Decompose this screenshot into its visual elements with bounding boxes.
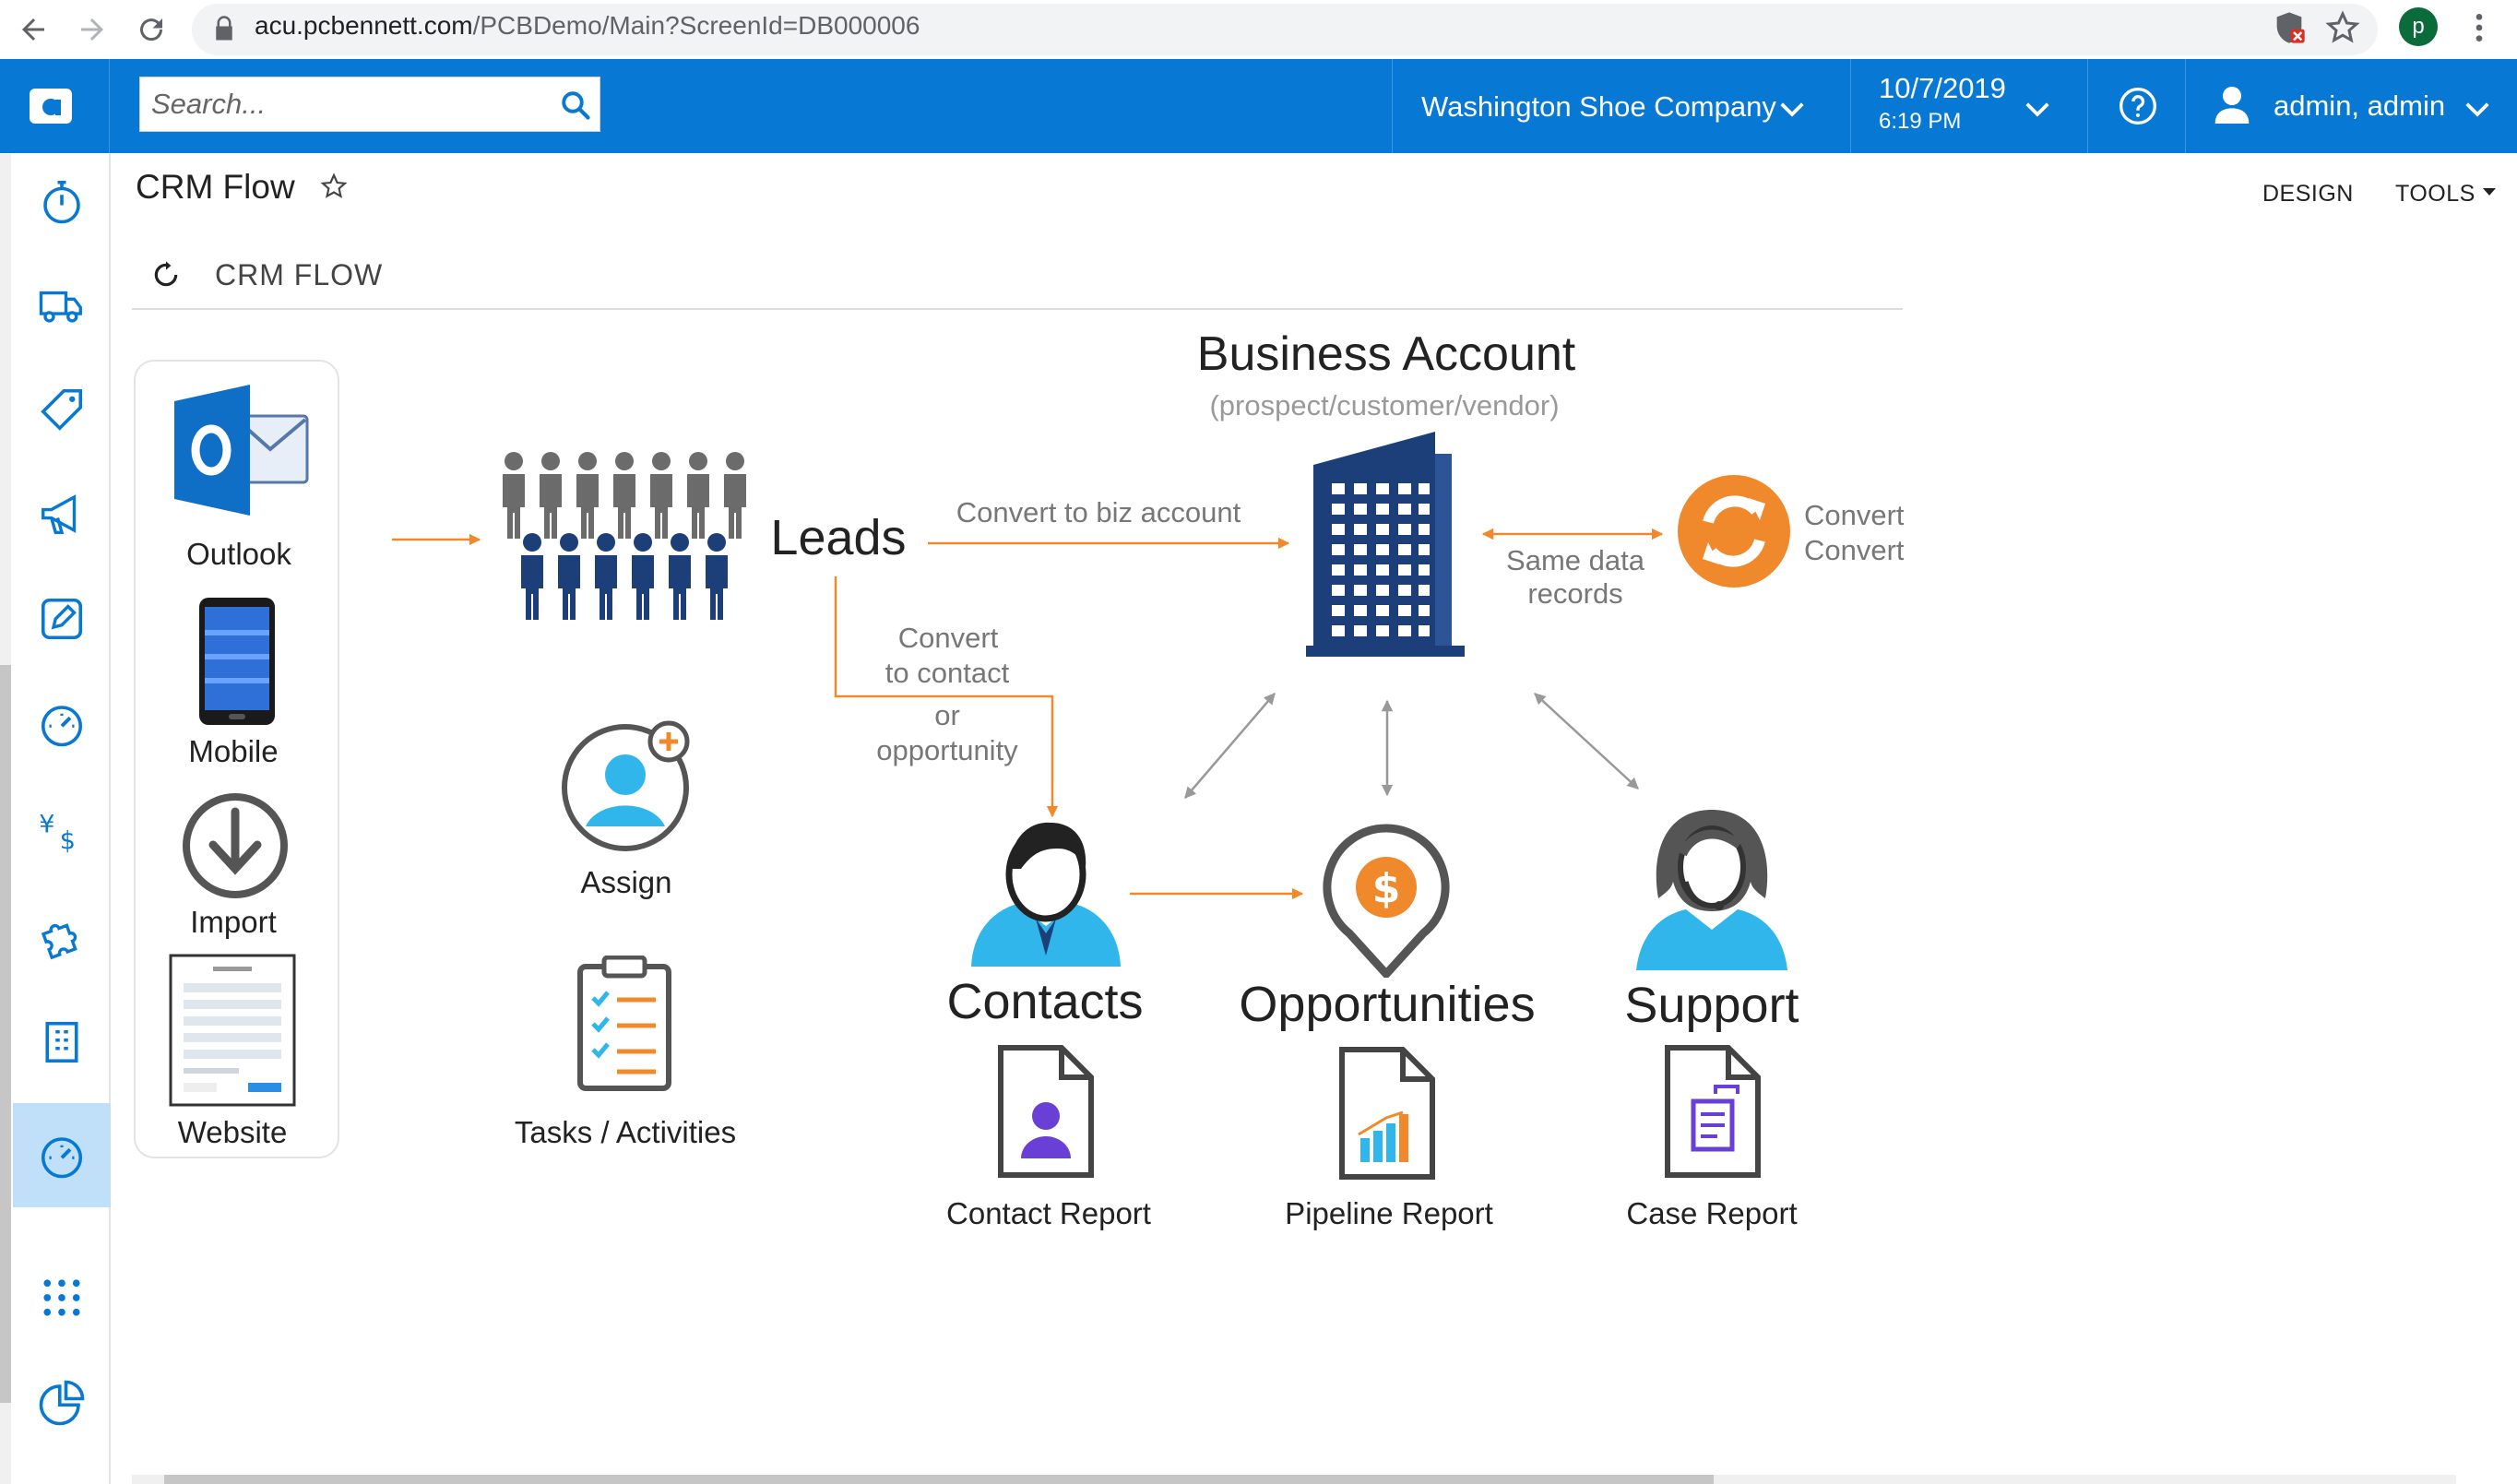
same-data-line2: records [1527, 577, 1623, 610]
contacts-label: Contacts [946, 974, 1144, 1029]
same-data-line1: Same data [1506, 544, 1644, 576]
convert-biz-label: Convert to biz account [956, 496, 1241, 528]
sync-icon [1678, 475, 1790, 588]
support-label: Support [1624, 978, 1799, 1033]
case-report-icon [1665, 1045, 1761, 1178]
support-agent-icon [1636, 810, 1787, 970]
opportunity-dollar-pin-icon: $ [1323, 824, 1450, 978]
convert-contact-line3: or [934, 699, 960, 731]
convert-clipped-labels: Convert Convert [1804, 498, 1904, 590]
convert-contact-line1: Convert [897, 622, 999, 654]
tasks-checklist-icon [577, 956, 671, 1091]
leads-people-icon [503, 452, 746, 620]
crm-flow-diagram: Outlook Mobile Import Website Leads Assi… [0, 0, 2517, 1484]
convert-contact-line2: to contact [885, 657, 1010, 689]
horizontal-scrollbar[interactable] [132, 1475, 2456, 1484]
assign-user-icon [562, 720, 690, 851]
pipeline-report-icon [1339, 1047, 1435, 1180]
leads-label: Leads [770, 510, 907, 565]
contact-person-icon [971, 822, 1121, 967]
pipeline-report-label: Pipeline Report [1285, 1196, 1493, 1230]
convert-contact-line4: opportunity [876, 734, 1018, 766]
assign-label: Assign [580, 865, 672, 899]
flow-connectors [392, 528, 1664, 900]
case-report-label: Case Report [1626, 1196, 1798, 1230]
horizontal-scroll-thumb[interactable] [164, 1475, 1714, 1484]
opportunities-label: Opportunities [1239, 977, 1536, 1032]
convert-right-line2: Convert [1804, 534, 1904, 566]
business-account-title: Business Account [1196, 327, 1576, 381]
business-building-icon [1306, 432, 1465, 657]
svg-text:$: $ [1372, 865, 1401, 912]
business-account-subtitle: (prospect/customer/vendor) [1209, 389, 1560, 421]
tasks-label: Tasks / Activities [514, 1115, 737, 1149]
contact-report-icon [998, 1045, 1094, 1178]
convert-right-line1: Convert [1804, 499, 1904, 531]
contact-report-label: Contact Report [946, 1196, 1151, 1230]
